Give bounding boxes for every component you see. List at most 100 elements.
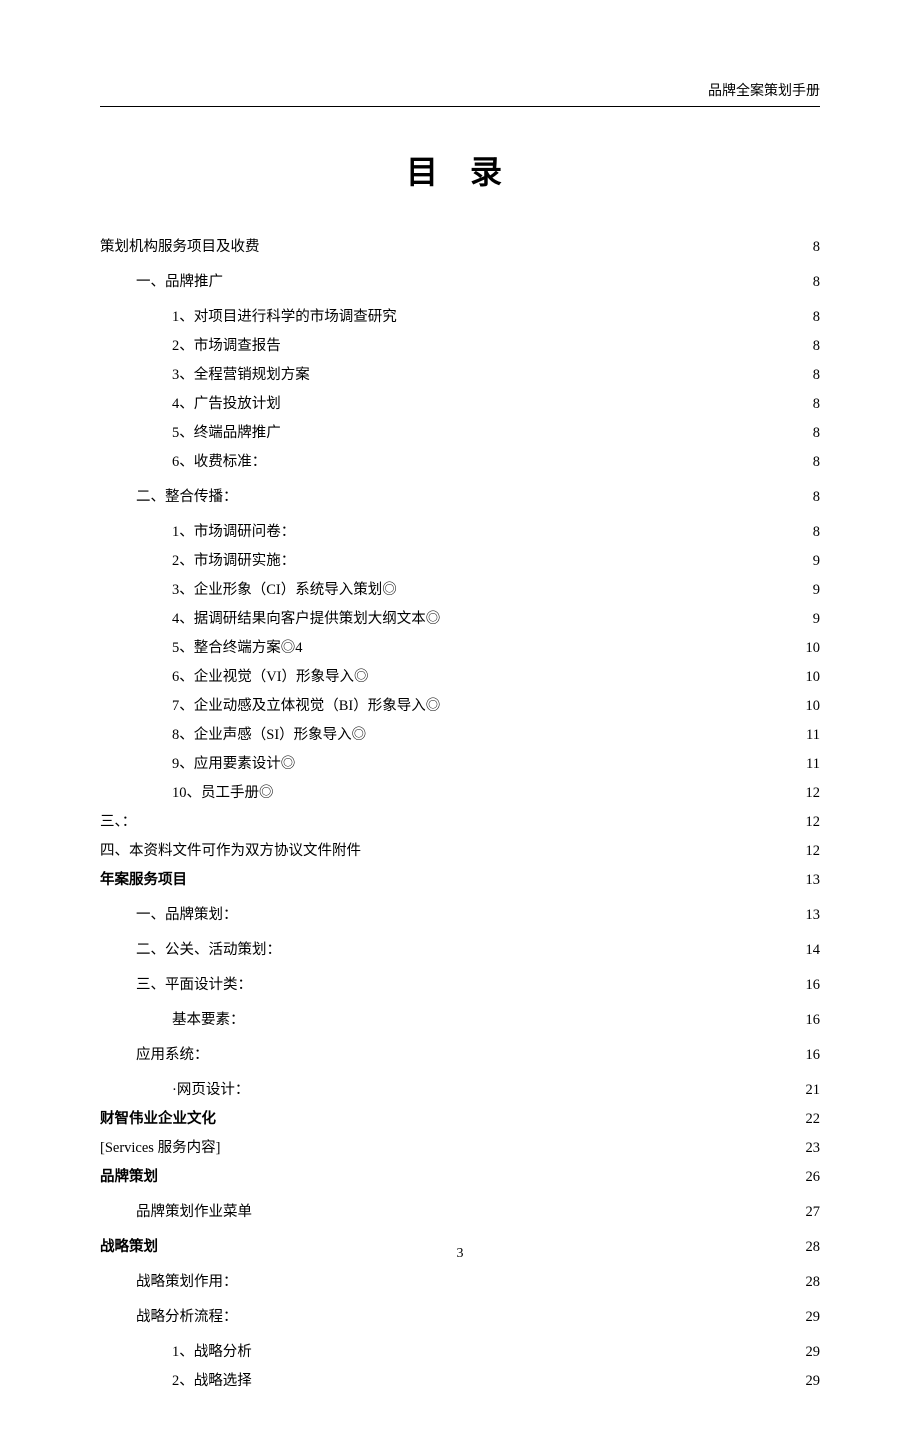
toc-leader-dots xyxy=(295,551,811,566)
toc-entry[interactable]: 5、终端品牌推广8 xyxy=(100,419,820,448)
toc-entry[interactable]: 4、据调研结果向客户提供策划大纲文本◎ 9 xyxy=(100,605,820,634)
toc-entry-label: 4、广告投放计划 xyxy=(172,390,281,419)
toc-entry-label: 2、市场调查报告 xyxy=(172,332,281,361)
toc-leader-dots xyxy=(260,237,811,252)
toc-entry[interactable]: 6、收费标准：8 xyxy=(100,448,820,477)
toc-leader-dots xyxy=(369,667,804,682)
toc-leader-dots xyxy=(303,638,804,653)
toc-entry-page: 12 xyxy=(804,808,821,837)
toc-entry[interactable]: 5、整合终端方案◎410 xyxy=(100,634,820,663)
toc-entry[interactable]: 2、市场调研实施：9 xyxy=(100,547,820,576)
toc-entry[interactable]: 一、品牌推广8 xyxy=(100,268,820,297)
toc-leader-dots xyxy=(238,1272,804,1287)
toc-title: 目 录 xyxy=(100,147,820,193)
toc-entry-label: 一、品牌推广 xyxy=(136,268,223,297)
toc-entry[interactable]: 8、企业声感（SI）形象导入◎ 11 xyxy=(100,721,820,750)
toc-leader-dots xyxy=(295,522,811,537)
toc-entry-page: 14 xyxy=(804,936,821,965)
toc-leader-dots xyxy=(266,452,811,467)
toc-entry-page: 8 xyxy=(811,361,820,390)
toc-entry-label: 战略策划作用： xyxy=(136,1268,238,1297)
toc-entry[interactable]: 品牌策划26 xyxy=(100,1163,820,1192)
toc-entry[interactable]: 10、员工手册◎12 xyxy=(100,779,820,808)
toc-entry[interactable]: 四、本资料文件可作为双方协议文件附件 12 xyxy=(100,837,820,866)
toc-leader-dots xyxy=(238,1307,804,1322)
toc-entry[interactable]: 2、战略选择29 xyxy=(100,1367,820,1396)
toc-entry[interactable]: 6、企业视觉（VI）形象导入◎ 10 xyxy=(100,663,820,692)
toc-entry[interactable]: 三、平面设计类： 16 xyxy=(100,971,820,1000)
toc-entry-label: 6、收费标准： xyxy=(172,448,266,477)
toc-entry[interactable]: 财智伟业企业文化22 xyxy=(100,1105,820,1134)
toc-entry[interactable]: 战略策划作用：28 xyxy=(100,1268,820,1297)
toc-entry-page: 12 xyxy=(804,837,821,866)
toc-entry[interactable]: 二、整合传播：8 xyxy=(100,483,820,512)
toc-leader-dots xyxy=(252,1371,804,1386)
toc-entry-label: 5、终端品牌推广 xyxy=(172,419,281,448)
toc-entry-page: 9 xyxy=(811,605,820,634)
toc-entry-label: 财智伟业企业文化 xyxy=(100,1105,216,1134)
toc-entry-label: 三、平面设计类： xyxy=(136,971,252,1000)
toc-leader-dots xyxy=(274,783,804,798)
toc-entry-label: [Services 服务内容] xyxy=(100,1134,220,1163)
toc-entry-page: 16 xyxy=(804,1006,821,1035)
toc-entry-page: 9 xyxy=(811,576,820,605)
toc-entry-label: 2、市场调研实施： xyxy=(172,547,295,576)
toc-entry-page: 10 xyxy=(804,692,821,721)
toc-entry[interactable]: 1、对项目进行科学的市场调查研究8 xyxy=(100,303,820,332)
toc-entry[interactable]: 品牌策划作业菜单27 xyxy=(100,1198,820,1227)
toc-entry[interactable]: ·网页设计： 21 xyxy=(100,1076,820,1105)
toc-leader-dots xyxy=(216,1109,804,1124)
toc-entry-page: 10 xyxy=(804,663,821,692)
toc-entry[interactable]: 1、战略分析 29 xyxy=(100,1338,820,1367)
toc-leader-dots xyxy=(220,1138,803,1153)
toc-entry-label: 基本要素： xyxy=(172,1006,245,1035)
toc-entry-label: 4、据调研结果向客户提供策划大纲文本◎ xyxy=(172,605,440,634)
toc-entry-label: 8、企业声感（SI）形象导入◎ xyxy=(172,721,366,750)
toc-entry-label: 年案服务项目 xyxy=(100,866,187,895)
toc-entry-page: 29 xyxy=(804,1338,821,1367)
toc-leader-dots xyxy=(310,365,811,380)
toc-entry[interactable]: 应用系统：16 xyxy=(100,1041,820,1070)
toc-entry[interactable]: 年案服务项目 13 xyxy=(100,866,820,895)
toc-leader-dots xyxy=(397,307,811,322)
toc-entry-page: 29 xyxy=(804,1367,821,1396)
toc-entry[interactable]: 7、企业动感及立体视觉（BI）形象导入◎10 xyxy=(100,692,820,721)
toc-entry[interactable]: 3、全程营销规划方案8 xyxy=(100,361,820,390)
toc-entry-label: 1、战略分析 xyxy=(172,1338,252,1367)
toc-entry[interactable]: 3、企业形象（CI）系统导入策划◎ 9 xyxy=(100,576,820,605)
toc-entry-label: 9、应用要素设计◎ xyxy=(172,750,295,779)
toc-entry-page: 13 xyxy=(804,901,821,930)
toc-leader-dots xyxy=(209,1045,804,1060)
toc-entry-label: 1、市场调研问卷： xyxy=(172,518,295,547)
toc-entry-page: 8 xyxy=(811,332,820,361)
toc-entry[interactable]: 1、市场调研问卷：8 xyxy=(100,518,820,547)
toc-entry-page: 16 xyxy=(804,971,821,1000)
toc-entry[interactable]: 策划机构服务项目及收费8 xyxy=(100,233,820,262)
toc-leader-dots xyxy=(252,975,804,990)
toc-entry-page: 11 xyxy=(804,721,820,750)
toc-entry-page: 13 xyxy=(804,866,821,895)
toc-entry-label: 一、品牌策划： xyxy=(136,901,238,930)
toc-leader-dots xyxy=(252,1202,804,1217)
toc-entry[interactable]: 三、：12 xyxy=(100,808,820,837)
toc-entry-page: 8 xyxy=(811,303,820,332)
toc-entry-page: 12 xyxy=(804,779,821,808)
toc-entry-label: ·网页设计： xyxy=(172,1076,249,1105)
toc-leader-dots xyxy=(295,754,804,769)
toc-entry-label: 四、本资料文件可作为双方协议文件附件 xyxy=(100,837,361,866)
toc-entry-label: 3、企业形象（CI）系统导入策划◎ xyxy=(172,576,397,605)
toc-entry-page: 8 xyxy=(811,390,820,419)
toc-entry[interactable]: 4、广告投放计划 8 xyxy=(100,390,820,419)
toc-leader-dots xyxy=(366,725,804,740)
toc-entry[interactable]: 2、市场调查报告 8 xyxy=(100,332,820,361)
header-right-text: 品牌全案策划手册 xyxy=(708,84,820,99)
toc-entry[interactable]: [Services 服务内容] 23 xyxy=(100,1134,820,1163)
toc-entry-label: 二、公关、活动策划： xyxy=(136,936,281,965)
toc-entry[interactable]: 战略分析流程：29 xyxy=(100,1303,820,1332)
toc-entry[interactable]: 二、公关、活动策划： 14 xyxy=(100,936,820,965)
toc-entry[interactable]: 基本要素： 16 xyxy=(100,1006,820,1035)
toc-entry-page: 23 xyxy=(804,1134,821,1163)
toc-entry[interactable]: 9、应用要素设计◎ 11 xyxy=(100,750,820,779)
toc-entry-page: 21 xyxy=(804,1076,821,1105)
toc-entry[interactable]: 一、品牌策划： 13 xyxy=(100,901,820,930)
